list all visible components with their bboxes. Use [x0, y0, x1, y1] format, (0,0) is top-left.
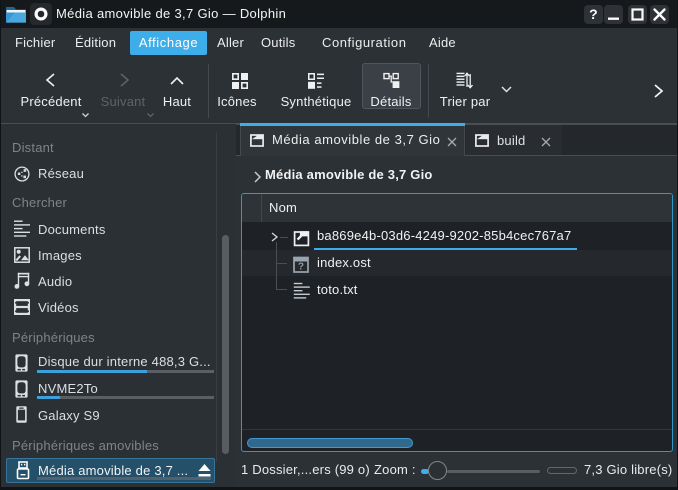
svg-text:?: ? — [298, 261, 304, 272]
svg-text:?: ? — [589, 6, 598, 22]
